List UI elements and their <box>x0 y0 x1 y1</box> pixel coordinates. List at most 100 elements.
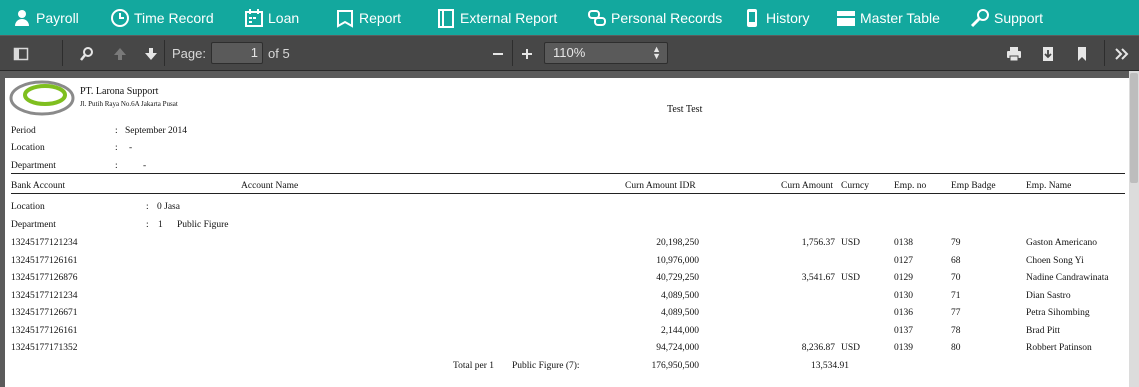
notebook-icon <box>438 8 454 28</box>
zoom-select[interactable]: 110% ▲ ▼ <box>544 42 668 64</box>
colon: : <box>146 202 149 212</box>
nav-personal-records[interactable]: Personal Records <box>587 0 722 35</box>
bank-account-cell: 13245177121234 <box>11 290 78 301</box>
emp-badge-cell: 78 <box>951 325 961 336</box>
location-value: - <box>129 143 133 153</box>
download-icon <box>1043 47 1053 61</box>
emp-no-cell: 0130 <box>894 290 913 301</box>
column-header: Emp. no <box>894 181 927 191</box>
link-icon <box>588 9 606 26</box>
zoom-value: 110% <box>553 45 586 60</box>
nav-report[interactable]: Report <box>335 0 401 35</box>
find-button[interactable] <box>77 45 97 63</box>
colon: : <box>115 143 118 153</box>
column-header: Curn Amount IDR <box>625 181 696 191</box>
column-header: Curn Amount <box>781 181 833 191</box>
emp-name-cell: Gaston Americano <box>1026 238 1097 248</box>
column-header: Emp. Name <box>1026 181 1072 191</box>
bank-account-cell: 13245177126161 <box>11 255 78 266</box>
column-header: Emp Badge <box>951 181 996 191</box>
scrollbar-thumb[interactable] <box>1130 73 1138 183</box>
nav-label: Master Table <box>860 9 940 26</box>
total-label: Total per 1 <box>453 361 495 371</box>
period-label: Period <box>11 126 36 136</box>
group-department-label: Department <box>11 220 56 230</box>
bookmark-button[interactable] <box>1072 45 1092 63</box>
next-page-button[interactable] <box>141 45 161 63</box>
colon: : <box>115 161 118 171</box>
group-location-value: 0 Jasa <box>157 202 180 212</box>
nav-label: Payroll <box>36 9 79 26</box>
emp-no-cell: 0137 <box>894 325 913 336</box>
header-rule-bottom <box>11 193 1125 194</box>
emp-name-cell: Petra Sihombing <box>1026 308 1090 318</box>
currency-cell: USD <box>841 238 861 248</box>
page-label: Page: <box>172 46 206 61</box>
nav-label: Personal Records <box>611 9 723 26</box>
nav-loan[interactable]: Loan <box>244 0 299 35</box>
emp-badge-cell: 80 <box>951 343 961 353</box>
emp-no-cell: 0139 <box>894 343 913 353</box>
page-number-input[interactable]: 1 <box>211 42 263 64</box>
sidebar-toggle-button[interactable] <box>11 45 31 63</box>
wrench-icon <box>970 8 989 27</box>
amount-idr-cell: 40,729,250 <box>656 273 699 283</box>
emp-badge-cell: 79 <box>951 238 961 248</box>
department-value: - <box>143 161 147 171</box>
currency-cell: USD <box>841 273 861 283</box>
emp-no-cell: 0138 <box>894 238 913 248</box>
colon: : <box>146 220 149 230</box>
printer-icon <box>1007 47 1021 62</box>
vertical-scrollbar[interactable] <box>1129 71 1139 387</box>
report-title: Test Test <box>667 104 703 115</box>
amount-idr-cell: 20,198,250 <box>656 238 699 248</box>
bank-account-cell: 13245177121234 <box>11 238 78 248</box>
amount-idr-cell: 94,724,000 <box>656 343 699 353</box>
amount-cell: 8,236.87 <box>801 343 835 353</box>
emp-name-cell: Robbert Patinson <box>1026 343 1092 353</box>
download-button[interactable] <box>1038 45 1058 63</box>
nav-history[interactable]: History <box>742 0 810 35</box>
previous-page-button[interactable] <box>110 45 130 63</box>
nav-payroll[interactable]: Payroll <box>12 0 79 35</box>
emp-badge-cell: 70 <box>951 273 961 283</box>
emp-no-cell: 0127 <box>894 255 913 266</box>
header-rule-top <box>11 173 1125 174</box>
report-page: PT. Larona Support Jl. Putih Raya No.6A … <box>5 78 1129 387</box>
period-value: September 2014 <box>125 126 188 136</box>
arrow-up-icon <box>114 48 126 60</box>
nav-time-record[interactable]: Time Record <box>110 0 214 35</box>
colon: : <box>115 126 118 136</box>
pdf-viewer: PT. Larona Support Jl. Putih Raya No.6A … <box>0 71 1139 387</box>
column-header: Curncy <box>841 181 869 191</box>
select-caret-icon: ▲ ▼ <box>652 44 661 61</box>
mobile-icon <box>747 8 757 27</box>
nav-external-report[interactable]: External Report <box>436 0 557 35</box>
nav-master-table[interactable]: Master Table <box>836 0 940 35</box>
bank-account-cell: 13245177126876 <box>11 273 78 283</box>
emp-no-cell: 0136 <box>894 308 913 318</box>
book-icon <box>337 9 353 28</box>
company-name: PT. Larona Support <box>80 86 159 97</box>
amount-idr-cell: 2,144,000 <box>661 325 699 336</box>
group-department-name: Public Figure <box>177 220 229 230</box>
tools-button[interactable] <box>1112 45 1132 63</box>
zoom-in-button[interactable] <box>516 43 538 65</box>
group-location-label: Location <box>11 202 45 212</box>
emp-name-cell: Choen Song Yi <box>1026 255 1084 266</box>
column-header: Account Name <box>241 181 299 191</box>
total-idr: 176,950,500 <box>651 361 700 371</box>
nav-support[interactable]: Support <box>970 0 1043 35</box>
emp-name-cell: Dian Sastro <box>1026 290 1071 301</box>
double-chevron-right-icon <box>1115 48 1129 60</box>
clock-icon <box>111 8 129 27</box>
nav-label: Support <box>994 9 1044 26</box>
nav-label: Loan <box>268 9 300 26</box>
print-button[interactable] <box>1004 45 1024 63</box>
emp-name-cell: Nadine Candrawinata <box>1026 273 1109 283</box>
bank-account-cell: 13245177126161 <box>11 325 78 336</box>
amount-idr-cell: 10,976,000 <box>656 255 699 266</box>
zoom-out-button[interactable] <box>487 43 509 65</box>
total-group: Public Figure (7): <box>512 361 580 371</box>
amount-cell: 1,756.37 <box>801 238 835 248</box>
